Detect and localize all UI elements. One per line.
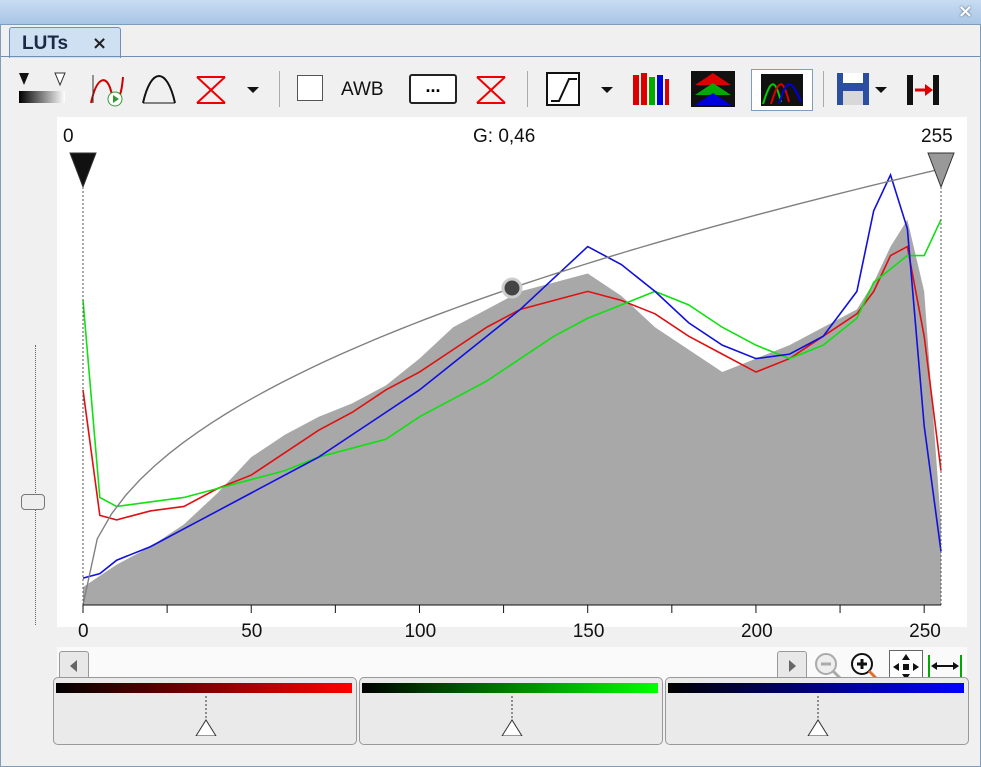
- toolbar-separator: [279, 71, 280, 107]
- green-channel-slider[interactable]: [359, 677, 663, 745]
- x-tick-label: 50: [241, 621, 263, 642]
- toolbar-separator: [823, 71, 824, 107]
- awb-label: AWB: [341, 79, 384, 100]
- gamma-label: G: 0,46: [473, 126, 536, 147]
- red-gradient: [56, 683, 352, 693]
- save-icon[interactable]: [835, 69, 889, 109]
- more-options-button[interactable]: ...: [409, 74, 457, 104]
- rgb-histogram-icon[interactable]: [751, 69, 813, 111]
- levels-icon[interactable]: [15, 69, 67, 109]
- reset-awb-icon[interactable]: [471, 69, 511, 109]
- vertical-zoom-slider[interactable]: [35, 345, 40, 625]
- black-point-marker[interactable]: [69, 152, 97, 189]
- rgb-bars-icon[interactable]: [631, 69, 671, 109]
- apply-icon[interactable]: [903, 69, 943, 109]
- red-channel-slider[interactable]: [53, 677, 357, 745]
- vertical-slider-thumb[interactable]: [21, 494, 45, 510]
- curve-play-icon[interactable]: [87, 69, 127, 109]
- black-point-value: 0: [63, 126, 74, 147]
- blue-channel-slider[interactable]: [665, 677, 969, 745]
- chevron-down-icon[interactable]: [241, 69, 265, 109]
- toolbar: AWB ...: [1, 61, 980, 113]
- tab-luts-label: LUTs: [22, 33, 69, 54]
- gamma-handle[interactable]: [501, 277, 523, 299]
- x-tick-label: 200: [740, 621, 773, 642]
- tab-luts[interactable]: LUTs ×: [9, 27, 121, 58]
- awb-checkbox[interactable]: [297, 75, 323, 101]
- x-tick-label: 150: [572, 621, 605, 642]
- luts-panel: LUTs × AWB ... 0 G: 0,46 255 0 50 100 15…: [0, 24, 981, 767]
- white-point-marker[interactable]: [927, 152, 955, 189]
- rgb-layers-icon[interactable]: [691, 69, 735, 109]
- white-point-value: 255: [921, 126, 953, 147]
- x-tick-label: 100: [404, 621, 437, 642]
- tab-close-button[interactable]: ×: [92, 33, 107, 54]
- reset-icon[interactable]: [191, 69, 231, 109]
- window-title-bar: ×: [0, 0, 981, 24]
- toolbar-separator: [527, 71, 528, 107]
- x-tick-label: 250: [909, 621, 941, 642]
- blue-gradient: [668, 683, 964, 693]
- chevron-down-icon[interactable]: [595, 69, 619, 109]
- tab-divider: [1, 56, 980, 57]
- window-close-button[interactable]: ×: [958, 1, 973, 22]
- histogram-area: [83, 219, 941, 605]
- green-gradient: [362, 683, 658, 693]
- gamma-curve-icon[interactable]: [543, 69, 583, 109]
- histogram-chart[interactable]: [57, 117, 967, 627]
- histogram-svg: [69, 152, 955, 613]
- x-tick-label: 0: [78, 621, 89, 642]
- bell-curve-icon[interactable]: [139, 69, 179, 109]
